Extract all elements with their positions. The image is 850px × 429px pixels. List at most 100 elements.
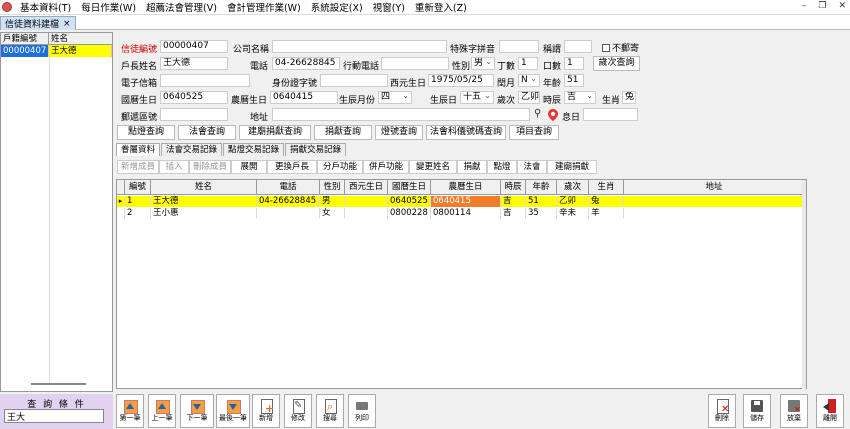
vertical-scrollbar[interactable] [802,180,806,390]
last-record-button[interactable]: 最後一筆 [216,394,250,428]
exit-button[interactable]: 離開 [816,394,844,428]
col-age[interactable]: 年齡 [526,180,557,194]
tab-family[interactable]: 眷屬資料 [116,143,161,156]
save-button[interactable]: 儲存 [743,394,771,428]
title-field[interactable] [564,40,592,53]
col-gender[interactable]: 性別 [320,180,345,194]
company-field[interactable] [272,40,447,53]
roc-birth-field[interactable]: 0640525 [160,91,228,104]
ding-field[interactable]: 1 [518,57,538,70]
col-phone[interactable]: 電話 [257,180,320,194]
col-roc-birth[interactable]: 國曆生日 [388,180,431,194]
tab-member-records[interactable]: 信徒資料建檔 × [0,16,76,30]
prev-record-button[interactable]: 上一筆 [148,394,176,428]
menu-window[interactable]: 視窗(Y) [368,0,410,14]
close-icon[interactable]: ✕ [838,1,846,11]
donation-query-button[interactable]: 捐獻查詢 [314,125,372,140]
lamp-no-query-button[interactable]: 燈號查詢 [375,125,423,140]
zip-field[interactable] [160,108,228,121]
col-address[interactable]: 地址 [624,180,804,194]
next-record-button[interactable]: 下一筆 [180,394,214,428]
ceremony-query-button[interactable]: 法會查詢 [178,125,236,140]
print-button[interactable]: 列印 [348,394,376,428]
phone-field[interactable]: 04-26628845 [272,57,340,70]
cancel-button[interactable]: 放棄 [780,394,808,428]
tab-ceremony-records[interactable]: 法會交易記錄 [161,143,223,156]
donate-button[interactable]: 捐獻 [457,160,487,174]
pinyin-field[interactable] [499,40,539,53]
temple-donation-query-button[interactable]: 建廟捐獻查詢 [239,125,311,140]
col-west-birth[interactable]: 西元生日 [345,180,388,194]
tab-close-icon[interactable]: × [63,19,71,29]
search-button[interactable]: 搜尋 [316,394,344,428]
mobile-field[interactable] [381,57,449,70]
lunar-birth-field[interactable]: 0640415 [270,91,338,104]
col-zodiac[interactable]: 生肖 [589,180,624,194]
menu-accounting[interactable]: 會計管理作業(W) [222,0,306,14]
list-item[interactable]: 00000407 王大德 [1,45,112,57]
menu-settings[interactable]: 系統設定(X) [306,0,368,14]
col-hour[interactable]: 時辰 [501,180,526,194]
col-annual[interactable]: 歲次 [557,180,589,194]
col-no[interactable]: 編號 [125,180,151,194]
col-name[interactable]: 姓名 [49,33,112,44]
no-mail-checkbox[interactable]: 不郵寄 [602,41,639,54]
lamp-button[interactable]: 點燈 [487,160,517,174]
annual-field[interactable]: 乙卯 [518,91,540,104]
lamp-query-button[interactable]: 點燈查詢 [117,125,175,140]
rename-button[interactable]: 變更姓名 [409,160,457,174]
change-head-button[interactable]: 更換戶長 [267,160,317,174]
birth-day-select[interactable]: 十五 [460,91,494,104]
col-name[interactable]: 姓名 [151,180,257,194]
insert-button[interactable]: 插入 [159,160,189,174]
cell-lunar-birth[interactable]: 0640415 [431,196,501,207]
table-row[interactable]: 2 王小惠 女 0800228 0800114 吉 35 辛未 羊 [117,208,806,219]
birth-month-select[interactable]: 四 [378,91,412,104]
tab-lamp-records[interactable]: 點燈交易記錄 [223,143,285,156]
addr-field[interactable] [272,108,530,121]
add-button[interactable]: 新增 [252,394,280,428]
delete-button[interactable]: 刪除 [708,394,736,428]
zodiac-field[interactable]: 兔 [622,91,636,104]
menu-ceremony[interactable]: 超薦法會管理(V) [141,0,222,14]
title-label: 稱謂 [543,45,562,55]
idno-field[interactable] [320,74,388,87]
query-input[interactable] [4,409,104,423]
delete-member-button[interactable]: 刪除成員 [189,160,231,174]
remark-field[interactable] [583,108,638,121]
hour-select[interactable]: 吉 [564,91,596,104]
merge-household-button[interactable]: 併戶功能 [363,160,409,174]
menu-basic[interactable]: 基本資料(T) [15,0,76,14]
add-member-button[interactable]: 新增成員 [117,160,159,174]
item-query-button[interactable]: 項目查詢 [509,125,559,140]
tab-donation-records[interactable]: 捐獻交易記錄 [285,143,347,156]
table-row[interactable]: ▸ 1 王大德 04-26628845 男 0640525 0640415 吉 … [117,196,806,207]
map-pin-icon[interactable] [548,109,558,121]
expand-button[interactable]: 展開 [231,160,267,174]
col-lunar-birth[interactable]: 農曆生日 [431,180,501,194]
annual-query-button[interactable]: 歲次查詢 [593,56,640,71]
west-birth-field[interactable]: 1975/05/25 [428,74,494,87]
leap-select[interactable]: N [518,74,540,87]
temple-donate-button[interactable]: 建廟捐獻 [547,160,597,174]
cancel-icon [787,398,801,414]
member-no-field[interactable]: 00000407 [160,40,228,53]
col-household-no[interactable]: 戶籍編號 [1,33,49,44]
kou-field[interactable]: 1 [564,57,584,70]
minimize-icon[interactable]: – [802,1,807,11]
edit-button[interactable]: 修改 [284,394,312,428]
split-household-button[interactable]: 分戶功能 [317,160,363,174]
head-field[interactable]: 王大德 [160,57,228,70]
ceremony-button[interactable]: 法會 [517,160,547,174]
menu-relogin[interactable]: 重新登入(Z) [410,0,472,14]
first-record-button[interactable]: 第一筆 [116,394,144,428]
gender-select[interactable]: 男 [471,57,495,70]
checkbox-box[interactable] [602,43,610,52]
age-field[interactable]: 51 [564,74,584,87]
email-field[interactable] [160,74,250,87]
horizontal-scrollbar[interactable] [31,383,86,385]
search-icon[interactable]: ⚲ [534,108,541,119]
menu-daily[interactable]: 每日作業(W) [76,0,141,14]
ritual-no-query-button[interactable]: 法會科儀號碼查詢 [426,125,506,140]
restore-icon[interactable]: ❐ [818,1,826,11]
